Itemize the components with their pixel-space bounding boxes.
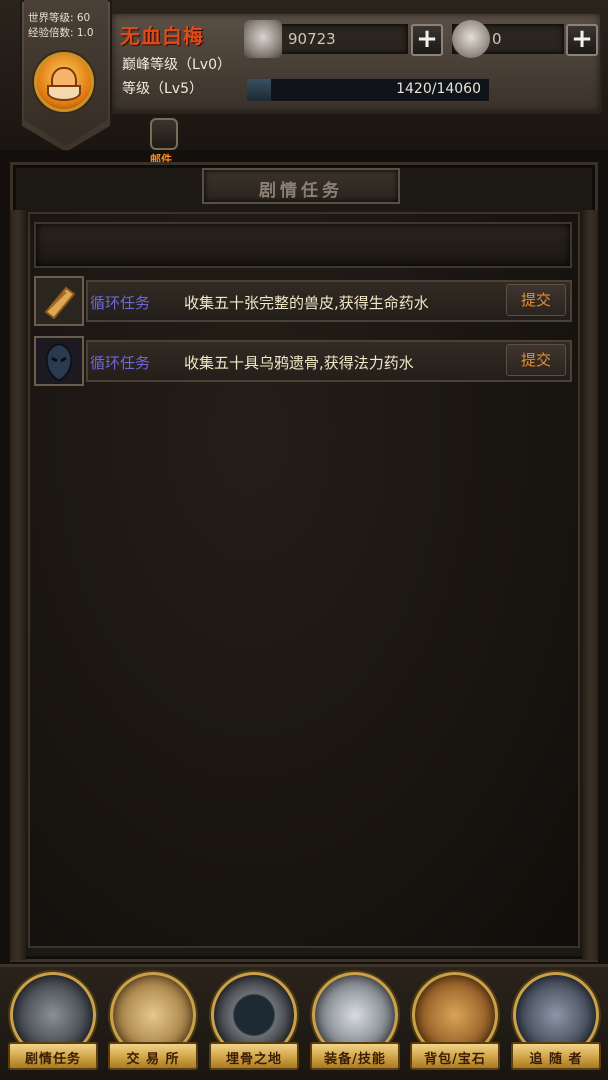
level-text: 等级（Lv5） <box>122 81 203 97</box>
player-name: 无血白梅 <box>120 24 204 48</box>
peak-level-text: 巅峰等级（Lv0） <box>122 57 231 73</box>
gold-coin-icon <box>244 20 282 58</box>
quest-type-label: 循环任务 <box>90 354 151 372</box>
nav-label-plate: 剧情任务 <box>8 1042 98 1070</box>
nav-story-quest[interactable]: 剧情任务 <box>8 972 100 1076</box>
nav-label: 装备/技能 <box>324 1052 386 1067</box>
frame-rail-left <box>10 210 26 960</box>
nav-label-plate: 装备/技能 <box>310 1042 400 1070</box>
quest-row: 循环任务 收集五十张完整的兽皮,获得生命药水 提交 <box>34 276 574 326</box>
quest-header-strip <box>34 222 572 268</box>
nav-label-plate: 埋骨之地 <box>209 1042 299 1070</box>
add-gem-button[interactable]: + <box>566 24 598 56</box>
exp-rate-text: 经验倍数: 1.0 <box>28 27 94 39</box>
player-avatar[interactable] <box>34 52 94 112</box>
nav-label: 追 随 者 <box>529 1052 583 1067</box>
panel-title: 剧情任务 <box>259 181 343 201</box>
quest-description: 收集五十张完整的兽皮,获得生命药水 <box>184 294 429 312</box>
nav-equipment-skills[interactable]: 装备/技能 <box>310 972 402 1076</box>
scroll-icon <box>34 276 84 326</box>
quest-row: 循环任务 收集五十具乌鸦遗骨,获得法力药水 提交 <box>34 336 574 386</box>
nav-label-plate: 交 易 所 <box>108 1042 198 1070</box>
gold-value: 90723 <box>288 30 336 48</box>
skull-currency-icon <box>452 20 490 58</box>
add-gold-button[interactable]: + <box>411 24 443 56</box>
world-level-text: 世界等级: 60 <box>28 12 91 24</box>
nav-followers[interactable]: 追 随 者 <box>511 972 603 1076</box>
nav-exchange[interactable]: 交 易 所 <box>108 972 200 1076</box>
nav-burial-ground[interactable]: 埋骨之地 <box>209 972 301 1076</box>
frame-rail-right <box>582 210 598 960</box>
mail-icon[interactable] <box>150 118 178 150</box>
nav-label-plate: 追 随 者 <box>511 1042 601 1070</box>
nav-label-plate: 背包/宝石 <box>410 1042 500 1070</box>
nav-label: 剧情任务 <box>24 1052 81 1067</box>
panel-title-plate: 剧情任务 <box>202 168 400 204</box>
gem-value: 0 <box>492 30 502 48</box>
nav-backpack-gems[interactable]: 背包/宝石 <box>410 972 502 1076</box>
nav-label: 埋骨之地 <box>225 1052 282 1067</box>
exp-progress-text: 1420/14060 <box>396 81 481 97</box>
exp-progress-bar: 1420/14060 <box>246 78 490 102</box>
avatar-beard-icon <box>47 85 81 101</box>
crow-icon <box>34 336 84 386</box>
exp-progress-fill <box>247 79 272 101</box>
quest-type-label: 循环任务 <box>90 294 151 312</box>
quest-description: 收集五十具乌鸦遗骨,获得法力药水 <box>184 354 414 372</box>
submit-button[interactable]: 提交 <box>506 284 566 316</box>
nav-label: 背包/宝石 <box>424 1052 486 1067</box>
submit-button[interactable]: 提交 <box>506 344 566 376</box>
nav-label: 交 易 所 <box>126 1052 180 1067</box>
